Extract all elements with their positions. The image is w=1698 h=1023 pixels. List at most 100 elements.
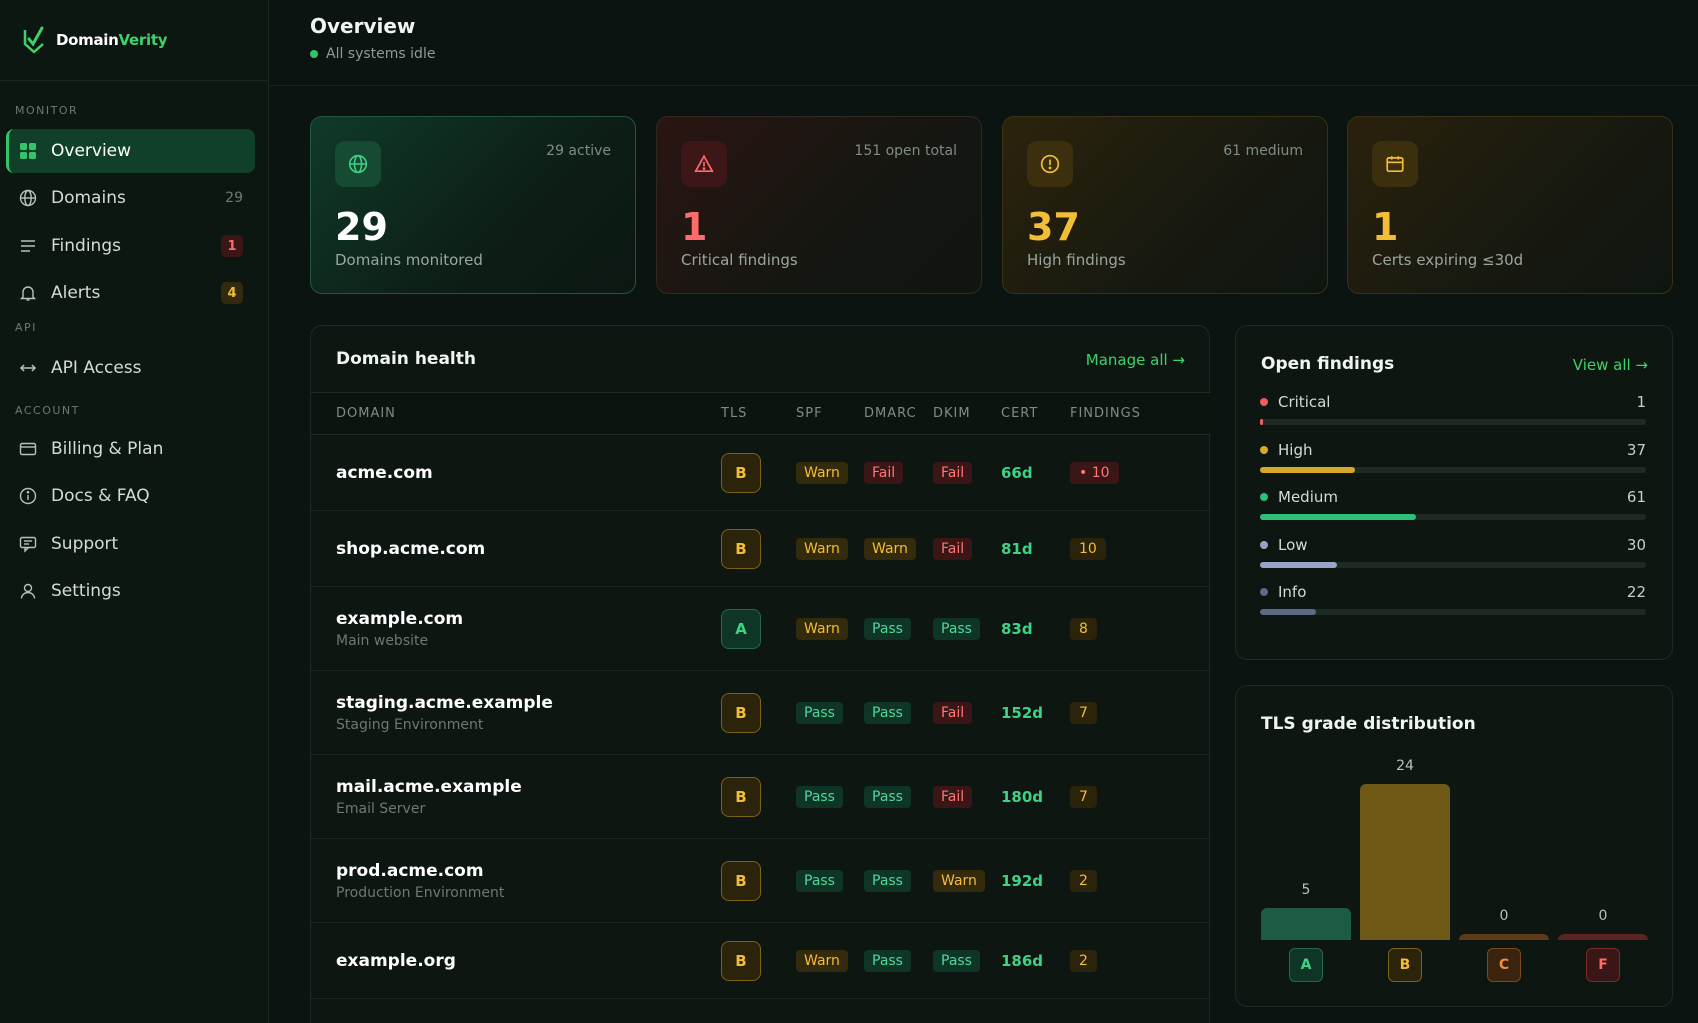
domain-name[interactable]: mail.acme.example (336, 777, 721, 797)
table-row[interactable]: staging.acme.example Staging Environment B… (311, 670, 1211, 755)
domain-name[interactable]: example.com (336, 609, 721, 629)
calendar-icon (1372, 141, 1418, 187)
severity-fill (1260, 561, 1337, 568)
sidebar-item-domains[interactable]: Domains 29 (6, 176, 255, 220)
column-header[interactable]: FINDINGS (1070, 392, 1211, 435)
tls-bar-a[interactable] (1261, 907, 1351, 940)
brand[interactable]: DomainVerity (0, 0, 268, 81)
severity-label: Critical (1278, 393, 1331, 411)
cert-cell: 192d (1001, 838, 1070, 923)
tls-cell: B (721, 754, 796, 839)
system-status: All systems idle (310, 46, 435, 62)
cert-days: 192d (1001, 872, 1044, 890)
table-row[interactable]: example.org B Warn Pass Pass 186d 2 (311, 922, 1211, 999)
cert-cell: 180d (1001, 754, 1070, 839)
domain-description: Staging Environment (336, 716, 484, 733)
domain-cell: example.org (311, 922, 721, 999)
column-header[interactable]: CERT (1001, 392, 1070, 435)
tls-bar-value: 24 (1396, 758, 1414, 774)
domain-name[interactable]: prod.acme.com (336, 861, 721, 881)
stat-card-high[interactable]: 61 medium 37 High findings (1002, 116, 1328, 294)
sidebar-item-alerts[interactable]: Alerts 4 (6, 271, 255, 315)
severity-count: 37 (1626, 440, 1646, 459)
dmarc-status: Warn (864, 537, 916, 560)
severity-label: Low (1278, 535, 1308, 554)
sidebar-item-billing[interactable]: Billing & Plan (6, 427, 255, 471)
severity-row-critical[interactable]: Critical 1 (1260, 393, 1646, 425)
column-header[interactable]: TLS (721, 392, 796, 435)
tls-grade-badge: B (721, 452, 761, 493)
column-header[interactable]: DOMAIN (311, 392, 721, 435)
table-row[interactable]: prod.acme.com Production Environment B Pass… (311, 838, 1211, 923)
sidebar-item-docs[interactable]: Docs & FAQ (6, 474, 255, 518)
stat-card-critical[interactable]: 151 open total 1 Critical findings (656, 116, 982, 294)
tls-bar-f[interactable] (1558, 934, 1648, 940)
column-header[interactable]: SPF (796, 392, 864, 435)
dkim-cell: Fail (933, 510, 1001, 587)
tls-bar-c[interactable] (1459, 934, 1549, 940)
findings-count: 7 (1070, 785, 1097, 808)
severity-count: 61 (1626, 488, 1646, 506)
stat-value: 37 (1027, 205, 1080, 249)
tls-bar-b[interactable] (1360, 784, 1450, 940)
spf-status: Pass (796, 869, 843, 892)
dmarc-cell: Pass (864, 838, 933, 923)
findings-count: • 10 (1070, 461, 1119, 484)
stat-value: 29 (335, 205, 388, 249)
grid-icon (18, 141, 38, 161)
stat-card-certs[interactable]: 1 Certs expiring ≤30d (1347, 116, 1673, 294)
bell-icon (18, 283, 38, 303)
column-header[interactable]: DMARC (864, 392, 933, 435)
status-text: All systems idle (326, 46, 436, 62)
cert-days: 180d (1001, 788, 1044, 806)
severity-fill (1260, 419, 1263, 425)
status-dot-icon (310, 50, 318, 58)
severity-header: High 37 (1260, 441, 1646, 459)
sidebar-item-settings[interactable]: Settings (6, 569, 255, 613)
domain-name[interactable]: acme.com (336, 463, 721, 483)
domain-name[interactable]: staging.acme.example (336, 693, 721, 713)
sidebar-item-overview[interactable]: Overview (6, 129, 255, 173)
sidebar: DomainVerity MONITOR Overview Domains 29… (0, 0, 269, 1023)
table-row[interactable]: mail.acme.example Email Server B Pass Pass Fa… (311, 754, 1211, 839)
cert-cell: 186d (1001, 922, 1070, 999)
spf-status: Warn (796, 617, 848, 640)
panel-title: Open findings (1261, 354, 1395, 374)
table-row[interactable]: acme.com B Warn Fail Fail 66d • 10 (311, 434, 1211, 511)
stat-label: Domains monitored (335, 251, 483, 269)
domain-name[interactable]: example.org (336, 951, 721, 971)
stat-value: 1 (1372, 205, 1399, 249)
findings-count: 2 (1070, 869, 1097, 892)
severity-row-low[interactable]: Low 30 (1260, 536, 1646, 568)
domain-cell: acme.com (311, 434, 721, 511)
sidebar-item-api-access[interactable]: API Access (6, 346, 255, 390)
table-row[interactable]: shop.acme.com B Warn Warn Fail 81d 10 (311, 510, 1211, 587)
sidebar-item-support[interactable]: Support (6, 522, 255, 566)
dmarc-status: Pass (864, 949, 911, 972)
severity-track (1260, 514, 1646, 520)
tls-grade-chip-a: A (1289, 948, 1323, 982)
sidebar-item-findings[interactable]: Findings 1 (6, 224, 255, 268)
sidebar-item-label: API Access (51, 358, 142, 378)
findings-count: 2 (1070, 949, 1097, 972)
domain-name[interactable]: shop.acme.com (336, 539, 721, 559)
warning-triangle-icon (681, 141, 727, 187)
column-header[interactable]: DKIM (933, 392, 1001, 435)
stat-card-domains[interactable]: 29 active 29 Domains monitored (310, 116, 636, 294)
severity-dot-icon (1260, 445, 1268, 454)
nav-section-account: ACCOUNT (15, 404, 80, 417)
dkim-cell: Fail (933, 434, 1001, 511)
cert-cell: 152d (1001, 670, 1070, 755)
sidebar-item-label: Findings (51, 236, 121, 256)
sidebar-item-label: Domains (51, 188, 126, 208)
manage-all-link[interactable]: Manage all → (1086, 351, 1185, 369)
table-row[interactable]: example.com Main website A Warn Pass Pass 83d 8 (311, 586, 1211, 671)
tls-cell: B (721, 434, 796, 511)
severity-row-medium[interactable]: Medium 61 (1260, 488, 1646, 520)
severity-row-info[interactable]: Info 22 (1260, 583, 1646, 615)
view-all-link[interactable]: View all → (1573, 356, 1648, 374)
severity-row-high[interactable]: High 37 (1260, 441, 1646, 473)
severity-dot-icon (1260, 540, 1268, 549)
domain-cell: shop.acme.com (311, 510, 721, 587)
sidebar-item-label: Support (51, 534, 119, 554)
